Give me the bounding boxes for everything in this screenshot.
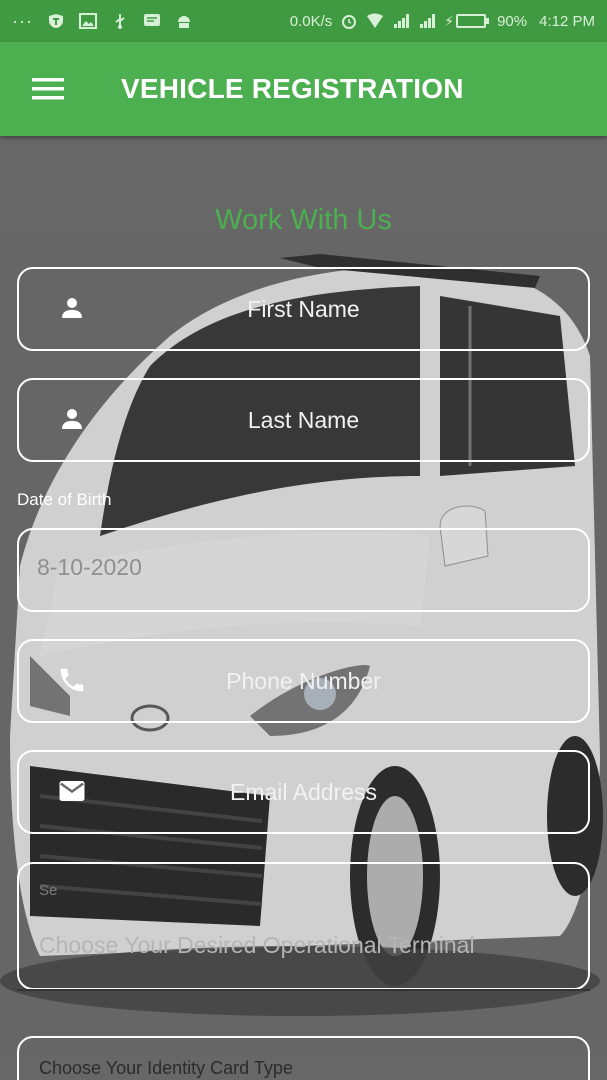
phone-field[interactable]: Phone Number	[17, 639, 590, 723]
id-card-select[interactable]: Choose Your Identity Card Type	[17, 1036, 590, 1080]
status-bar: ··· 0.0K/s ⚡ 90% 4:12 PM	[0, 0, 607, 42]
dob-field[interactable]: 8-10-2020	[17, 528, 590, 612]
form-heading: Work With Us	[215, 204, 392, 236]
email-placeholder: Email Address	[229, 778, 377, 805]
phone-placeholder: Phone Number	[226, 667, 381, 694]
terminal-select[interactable]: Se Choose Your Desired Operational Termi…	[17, 862, 590, 990]
charging-icon: ⚡	[444, 12, 455, 29]
dob-value: 8-10-2020	[37, 554, 142, 580]
battery-icon: ⚡	[444, 12, 490, 30]
terminal-select-hint: Se	[39, 882, 58, 899]
shield-icon	[48, 14, 63, 28]
alarm-icon	[342, 15, 357, 29]
email-field[interactable]: Email Address	[17, 750, 590, 834]
android-icon	[177, 16, 190, 28]
person-icon	[62, 409, 82, 429]
signal-icon	[394, 14, 410, 28]
app-bar: VEHICLE REGISTRATION	[0, 42, 607, 136]
last-name-placeholder: Last Name	[247, 406, 360, 433]
phone-icon	[60, 668, 84, 692]
status-icons-left: ···	[12, 11, 193, 32]
net-speed: 0.0K/s	[289, 12, 333, 30]
status-icons-right: 0.0K/s ⚡ 90% 4:12 PM	[290, 13, 595, 30]
first-name-placeholder: First Name	[247, 295, 360, 322]
wifi-icon	[367, 13, 384, 28]
message-icon	[143, 14, 160, 26]
email-icon	[59, 781, 85, 801]
id-card-placeholder: Choose Your Identity Card Type	[39, 1058, 293, 1078]
terminal-select-underline	[17, 989, 590, 991]
person-icon	[62, 298, 82, 318]
registration-form: Work With Us First Name Last Name Date o…	[0, 136, 607, 1080]
menu-icon	[32, 78, 64, 100]
first-name-field[interactable]: First Name	[17, 267, 590, 351]
more-notifications-icon: ···	[12, 10, 33, 31]
dob-label: Date of Birth	[17, 490, 112, 509]
usb-icon	[115, 14, 125, 29]
battery-percent: 90%	[497, 12, 528, 30]
terminal-select-placeholder: Choose Your Desired Operational Terminal	[39, 932, 475, 958]
image-icon	[78, 13, 97, 29]
signal-icon-2	[420, 14, 436, 28]
last-name-field[interactable]: Last Name	[17, 378, 590, 462]
clock: 4:12 PM	[539, 12, 595, 30]
menu-button[interactable]	[17, 58, 79, 120]
app-title: VEHICLE REGISTRATION	[121, 73, 464, 104]
